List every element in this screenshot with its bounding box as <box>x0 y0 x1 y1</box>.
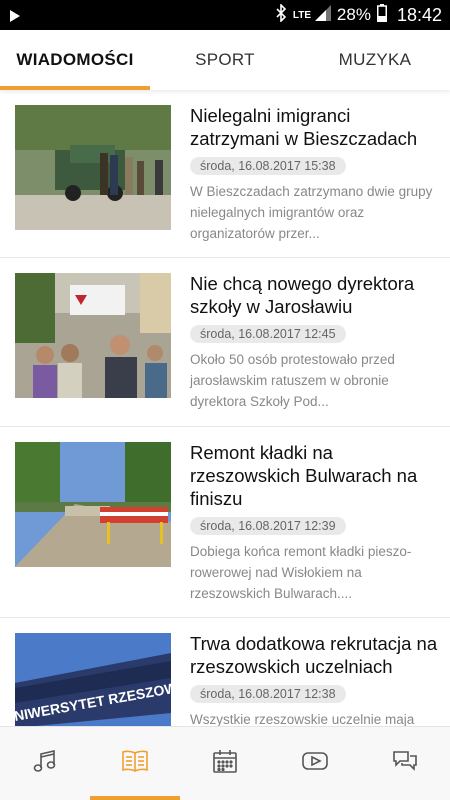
clock: 18:42 <box>396 4 442 25</box>
bottom-navigation <box>0 726 450 800</box>
battery-percentage: 28% <box>336 5 371 24</box>
article-excerpt: Wszystkie rzeszowskie uczelnie maja <box>190 712 415 726</box>
article-title: Nielegalni imigranci zatrzymani w Bieszc… <box>190 105 418 149</box>
play-icon <box>9 9 21 27</box>
status-bar: LTE 28% 18:42 <box>0 0 450 30</box>
music-note-icon <box>32 748 58 779</box>
battery-icon <box>376 3 387 27</box>
article-thumbnail <box>15 273 171 398</box>
article-excerpt: Około 50 osób protestowało przed jarosła… <box>190 352 395 409</box>
article-thumbnail: NIWERSYTET RZESZOWSK <box>15 633 171 726</box>
article-title: Nie chcą nowego dyrektora szkoły w Jaros… <box>190 273 415 317</box>
tab-sport[interactable]: SPORT <box>150 30 300 90</box>
list-item[interactable]: Nielegalni imigranci zatrzymani w Bieszc… <box>0 90 450 258</box>
article-date: środa, 16.08.2017 12:38 <box>190 685 346 703</box>
article-excerpt: Dobiega końca remont kładki pieszo-rower… <box>190 544 412 601</box>
chat-icon <box>391 748 419 779</box>
news-book-icon <box>121 748 149 779</box>
nav-music[interactable] <box>0 727 90 800</box>
nav-calendar[interactable] <box>180 727 270 800</box>
article-title: Trwa dodatkowa rekrutacja na rzeszowskic… <box>190 633 438 677</box>
article-list: Nielegalni imigranci zatrzymani w Bieszc… <box>0 90 450 726</box>
category-tabs: WIADOMOŚCI SPORT MUZYKA <box>0 30 450 90</box>
article-date: środa, 16.08.2017 12:39 <box>190 517 346 535</box>
article-thumbnail <box>15 105 171 230</box>
calendar-icon <box>212 748 238 779</box>
article-date: środa, 16.08.2017 15:38 <box>190 157 346 175</box>
nav-chat[interactable] <box>360 727 450 800</box>
article-title: Remont kładki na rzeszowskich Bulwarach … <box>190 442 418 509</box>
signal-icon <box>314 4 331 26</box>
article-thumbnail <box>15 442 171 567</box>
network-type: LTE <box>292 9 312 21</box>
youtube-icon <box>301 750 329 777</box>
tab-wiadomosci[interactable]: WIADOMOŚCI <box>0 30 150 90</box>
list-item[interactable]: NIWERSYTET RZESZOWSK Trwa dodatkowa rekr… <box>0 618 450 726</box>
article-date: środa, 16.08.2017 12:45 <box>190 325 346 343</box>
list-item[interactable]: Nie chcą nowego dyrektora szkoły w Jaros… <box>0 258 450 427</box>
list-item[interactable]: Remont kładki na rzeszowskich Bulwarach … <box>0 427 450 618</box>
nav-youtube[interactable] <box>270 727 360 800</box>
article-excerpt: W Bieszczadach zatrzymano dwie grupy nie… <box>190 184 433 241</box>
bluetooth-icon <box>275 2 287 27</box>
tab-muzyka[interactable]: MUZYKA <box>300 30 450 90</box>
nav-news[interactable] <box>90 727 180 800</box>
